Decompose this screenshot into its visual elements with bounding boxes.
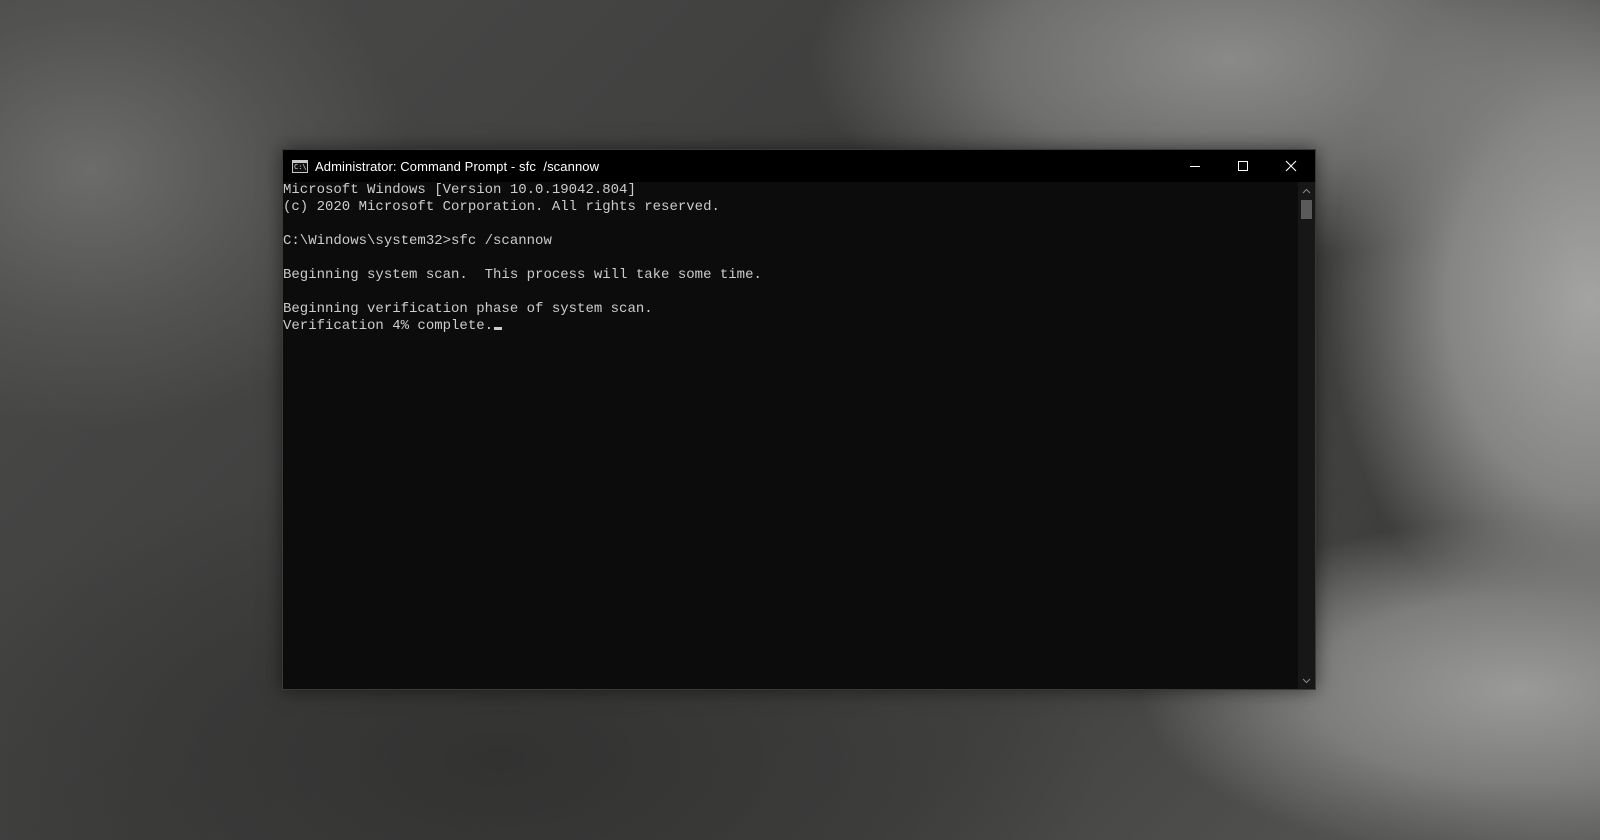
- close-button[interactable]: [1267, 150, 1315, 182]
- console-line: Beginning verification phase of system s…: [283, 301, 653, 317]
- scroll-thumb[interactable]: [1301, 200, 1312, 219]
- console-line: (c) 2020 Microsoft Corporation. All righ…: [283, 199, 720, 215]
- console-line: C:\Windows\system32>sfc /scannow: [283, 233, 552, 249]
- command-prompt-window: C:\ Administrator: Command Prompt - sfc …: [282, 149, 1316, 690]
- command-prompt-app-icon[interactable]: C:\: [292, 159, 308, 173]
- vertical-scrollbar[interactable]: [1298, 182, 1315, 689]
- app-icon-glyph: C:\: [294, 162, 307, 171]
- chevron-up-icon: [1302, 188, 1311, 193]
- chevron-down-icon: [1302, 678, 1311, 683]
- console-line-text: Verification 4% complete.: [283, 318, 494, 334]
- maximize-icon: [1238, 161, 1248, 171]
- scroll-up-button[interactable]: [1298, 182, 1315, 199]
- console-output[interactable]: Microsoft Windows [Version 10.0.19042.80…: [283, 182, 1297, 689]
- scroll-down-button[interactable]: [1298, 672, 1315, 689]
- console-line: Microsoft Windows [Version 10.0.19042.80…: [283, 182, 636, 198]
- minimize-icon: [1190, 166, 1200, 167]
- window-title: Administrator: Command Prompt - sfc /sca…: [315, 158, 600, 174]
- minimize-button[interactable]: [1171, 150, 1219, 182]
- title-bar[interactable]: C:\ Administrator: Command Prompt - sfc …: [283, 150, 1315, 182]
- console-line-current: Verification 4% complete.: [283, 318, 1297, 335]
- console-line: Beginning system scan. This process will…: [283, 267, 762, 283]
- caption-buttons: [1171, 150, 1315, 182]
- text-cursor: [494, 327, 503, 330]
- maximize-button[interactable]: [1219, 150, 1267, 182]
- close-icon: [1285, 160, 1297, 172]
